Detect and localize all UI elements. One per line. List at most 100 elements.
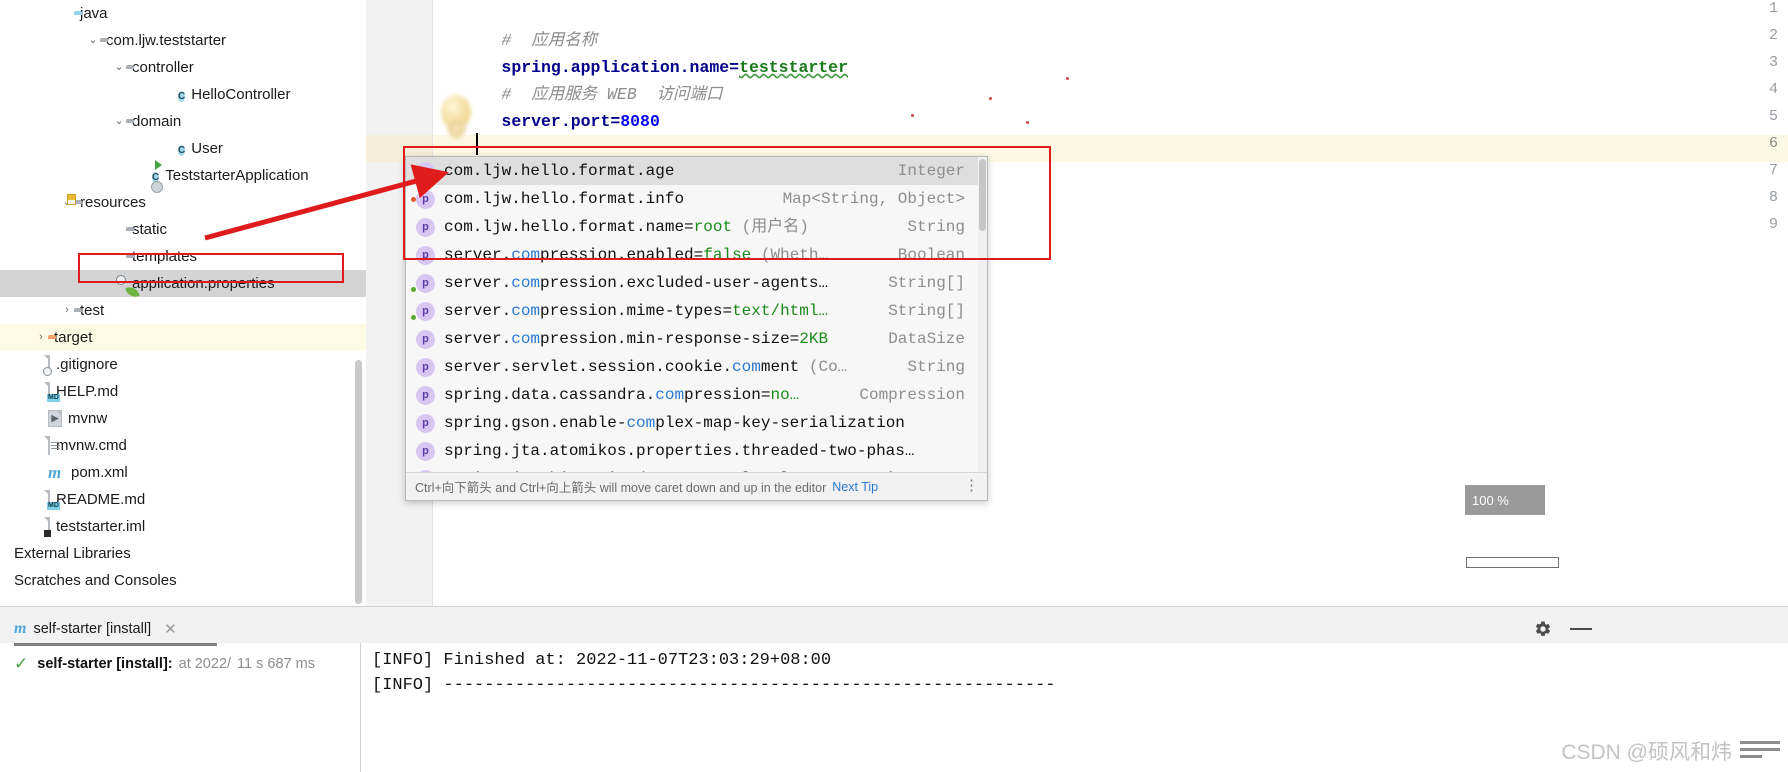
ac-item-value: no… <box>770 386 800 404</box>
line-number: 6 <box>1768 135 1778 152</box>
property-badge-icon: p <box>411 301 435 321</box>
property-value: 8080 <box>620 112 660 131</box>
autocomplete-list[interactable]: p com.ljw.hello.format.age Integer p com.ljw… <box>406 157 987 493</box>
tree-item[interactable]: .gitignore <box>0 351 366 378</box>
java-runnable-class-icon: C <box>152 172 160 183</box>
tree-item[interactable]: m pom.xml <box>0 459 366 486</box>
tree-item[interactable]: › test <box>0 297 366 324</box>
settings-gear-icon[interactable] <box>1534 620 1552 638</box>
autocomplete-popup[interactable]: p com.ljw.hello.format.age Integer p com.ljw… <box>405 156 988 501</box>
tree-item[interactable]: java <box>0 0 366 27</box>
tree-item[interactable]: Scratches and Consoles <box>0 567 366 594</box>
tree-item-label: External Libraries <box>14 545 131 562</box>
tree-item[interactable]: ⌄ controller <box>0 54 366 81</box>
autocomplete-item[interactable]: p server.compression.excluded-user-agents… <box>406 269 987 297</box>
autocomplete-item[interactable]: p spring.data.cassandra.compression=no… Co… <box>406 381 987 409</box>
tree-item[interactable]: application.properties <box>0 270 366 298</box>
ac-item-text: com.ljw.hello.format.info <box>444 185 783 213</box>
autocomplete-item[interactable]: p spring.gson.enable-complex-map-key-seri… <box>406 409 987 437</box>
tree-item[interactable]: C User <box>0 135 366 162</box>
chevron-down-icon[interactable]: ⌄ <box>112 108 126 135</box>
tree-item-label: java <box>80 5 108 22</box>
ac-item-rest: ljw.hello.format.info <box>482 190 685 208</box>
tree-item-label: templates <box>132 248 198 265</box>
autocomplete-hint-text: Ctrl+向下箭头 and Ctrl+向上箭头 will move caret … <box>415 481 827 495</box>
chevron-right-icon[interactable]: › <box>34 324 48 351</box>
next-tip-link[interactable]: Next Tip <box>832 480 878 494</box>
tree-item[interactable]: MD HELP.md <box>0 378 366 405</box>
autocomplete-item[interactable]: p server.compression.enabled=false (Wheth… <box>406 241 987 269</box>
tree-item[interactable]: templates <box>0 243 366 270</box>
tree-item[interactable]: teststarter.iml <box>0 513 366 540</box>
chevron-down-icon[interactable]: ⌄ <box>86 27 100 54</box>
ac-item-prefix: server. <box>444 302 512 320</box>
artifact-dot <box>1026 121 1029 124</box>
ac-item-rest: ljw.hello.format.age <box>482 162 675 180</box>
autocomplete-item[interactable]: p server.compression.min-response-size=2K… <box>406 325 987 353</box>
minimize-icon[interactable] <box>1570 628 1592 630</box>
ac-item-text: server.compression.excluded-user-agents… <box>444 269 888 297</box>
chevron-right-icon[interactable]: › <box>60 297 74 324</box>
ac-item-prefix: com. <box>444 218 483 236</box>
image-artifact <box>448 120 465 138</box>
artifact-dot <box>989 97 992 100</box>
project-tree-scrollbar[interactable] <box>355 360 362 604</box>
autocomplete-item[interactable]: p server.compression.mime-types=text/html… <box>406 297 987 325</box>
tree-item[interactable]: ⌄ domain <box>0 108 366 135</box>
ac-item-prefix: server. <box>444 274 512 292</box>
ac-item-type: String <box>907 218 965 236</box>
editor-horizontal-scrollbar[interactable] <box>1466 557 1559 568</box>
tree-item[interactable]: C HelloController <box>0 81 366 108</box>
autocomplete-scrollbar-thumb[interactable] <box>979 159 986 231</box>
tree-item[interactable]: mvnw.cmd <box>0 432 366 459</box>
gitignore-file-icon <box>43 351 52 378</box>
tree-item[interactable]: static <box>0 216 366 243</box>
zoom-level-label: 100 % <box>1472 492 1509 508</box>
autocomplete-item[interactable]: p com.ljw.hello.format.age Integer <box>406 157 987 185</box>
ac-item-type: Compression <box>859 386 965 404</box>
run-tab-label: self-starter [install] <box>33 621 152 637</box>
markdown-file-icon: MD <box>47 378 60 405</box>
artifact-dot <box>1066 77 1069 80</box>
ac-item-prefix: server. <box>444 330 512 348</box>
autocomplete-item[interactable]: p server.servlet.session.cookie.comment (… <box>406 353 987 381</box>
property-badge-icon: p <box>411 273 435 293</box>
tree-item[interactable]: ⌄resources <box>0 189 366 216</box>
ac-item-prefix: com. <box>444 190 483 208</box>
code-line-2: spring.application.name=teststarter <box>442 27 848 77</box>
run-tool-window[interactable]: m self-starter [install] ✕ ✓ self-starte… <box>0 606 1788 772</box>
autocomplete-item[interactable]: p com.ljw.hello.format.name=root (用户名) Str… <box>406 213 987 241</box>
ac-item-text: server.compression.enabled=false (Wheth… <box>444 241 898 269</box>
ac-item-prefix: spring.jta.atomikos.properties.threaded-… <box>444 442 915 460</box>
ac-item-type: DataSize <box>888 330 965 348</box>
property-badge-icon: p <box>416 357 435 377</box>
more-options-icon[interactable]: ⋮ <box>964 476 979 496</box>
autocomplete-item[interactable]: p com.ljw.hello.format.info Map<String, Ob… <box>406 185 987 213</box>
artifact-dot <box>911 114 914 117</box>
autocomplete-item[interactable]: p spring.jta.atomikos.properties.threaded… <box>406 437 987 465</box>
run-tab-bar[interactable]: m self-starter [install] ✕ <box>0 607 1788 646</box>
autocomplete-scrollbar-track[interactable] <box>978 157 987 474</box>
hamburger-artifact-icon <box>1740 741 1780 762</box>
tree-item[interactable]: External Libraries <box>0 540 366 567</box>
java-class-icon: C <box>178 91 186 102</box>
ac-item-prefix: spring.gson.enable- <box>444 414 627 432</box>
tree-item[interactable]: › target <box>0 324 366 351</box>
tree-item[interactable]: C TeststarterApplication <box>0 162 366 189</box>
chevron-down-icon[interactable]: ⌄ <box>112 54 126 81</box>
close-icon[interactable]: ✕ <box>164 620 177 638</box>
tree-item[interactable]: MD README.md <box>0 486 366 513</box>
tree-item-label: static <box>132 221 168 238</box>
line-number: 2 <box>1768 27 1778 44</box>
tree-item[interactable]: ▶ mvnw <box>0 405 366 432</box>
run-tab-self-starter-install[interactable]: m self-starter [install] ✕ <box>14 615 177 643</box>
ac-item-text: com.ljw.hello.format.name=root (用户名) <box>444 213 907 241</box>
iml-module-file-icon <box>44 513 51 540</box>
tree-item[interactable]: ⌄ com.ljw.teststarter <box>0 27 366 54</box>
project-tree-panel[interactable]: java ⌄ com.ljw.teststarter ⌄ controller C Hell… <box>0 0 366 606</box>
property-badge-icon: p <box>411 189 435 209</box>
